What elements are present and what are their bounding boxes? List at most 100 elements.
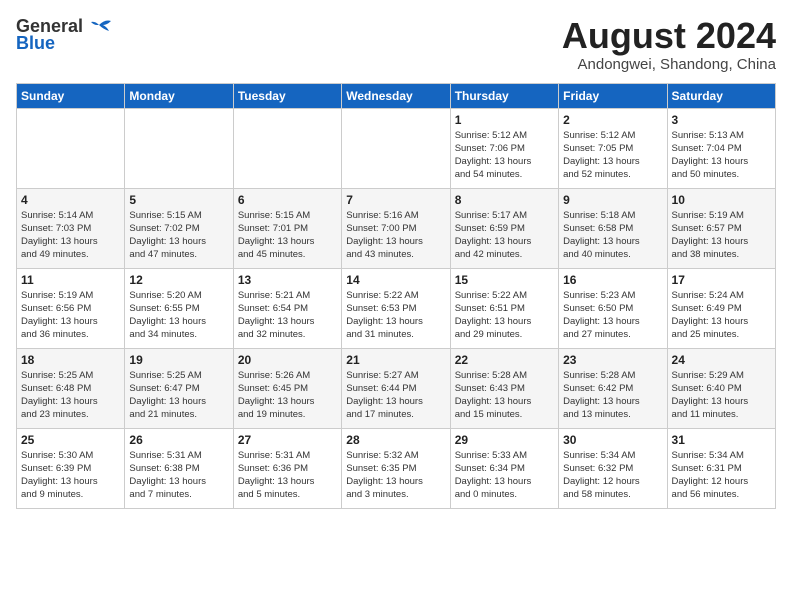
day-info: Sunrise: 5:27 AM Sunset: 6:44 PM Dayligh… <box>346 369 445 422</box>
calendar-cell: 17Sunrise: 5:24 AM Sunset: 6:49 PM Dayli… <box>667 268 775 348</box>
column-header-saturday: Saturday <box>667 83 775 108</box>
day-info: Sunrise: 5:20 AM Sunset: 6:55 PM Dayligh… <box>129 289 228 342</box>
column-header-wednesday: Wednesday <box>342 83 450 108</box>
day-info: Sunrise: 5:15 AM Sunset: 7:02 PM Dayligh… <box>129 209 228 262</box>
calendar-cell: 11 Sunrise: 5:19 AM Sunset: 6:56 PM Dayli… <box>17 268 125 348</box>
day-number: 14 <box>346 273 445 287</box>
calendar-cell <box>342 108 450 188</box>
day-info: Sunrise: 5:23 AM Sunset: 6:50 PM Dayligh… <box>563 289 662 342</box>
day-info: Sunrise: 5:12 AM Sunset: 7:05 PM Dayligh… <box>563 129 662 182</box>
calendar-cell: 24 Sunrise: 5:29 AM Sunset: 6:40 PM Dayli… <box>667 348 775 428</box>
day-info: Sunrise: 5:34 AM Sunset: 6:31 PM Dayligh… <box>672 449 771 502</box>
calendar-cell: 13 Sunrise: 5:21 AM Sunset: 6:54 PM Dayli… <box>233 268 341 348</box>
day-number: 18 <box>21 353 120 367</box>
day-info: Sunrise: 5:29 AM Sunset: 6:40 PM Dayligh… <box>672 369 771 422</box>
day-info: Sunrise: 5:15 AM Sunset: 7:01 PM Dayligh… <box>238 209 337 262</box>
calendar-cell: 18 Sunrise: 5:25 AM Sunset: 6:48 PM Dayli… <box>17 348 125 428</box>
calendar-cell: 29 Sunrise: 5:33 AM Sunset: 6:34 PM Dayli… <box>450 428 558 508</box>
day-number: 16 <box>563 273 662 287</box>
day-number: 27 <box>238 433 337 447</box>
day-info: Sunrise: 5:31 AM Sunset: 6:38 PM Dayligh… <box>129 449 228 502</box>
day-number: 24 <box>672 353 771 367</box>
day-number: 31 <box>672 433 771 447</box>
day-number: 6 <box>238 193 337 207</box>
day-number: 10 <box>672 193 771 207</box>
day-number: 21 <box>346 353 445 367</box>
day-info: Sunrise: 5:26 AM Sunset: 6:45 PM Dayligh… <box>238 369 337 422</box>
day-number: 23 <box>563 353 662 367</box>
day-number: 29 <box>455 433 554 447</box>
day-info: Sunrise: 5:28 AM Sunset: 6:43 PM Dayligh… <box>455 369 554 422</box>
logo-blue-text: Blue <box>16 33 55 54</box>
calendar-cell: 6 Sunrise: 5:15 AM Sunset: 7:01 PM Daylig… <box>233 188 341 268</box>
logo-bird-icon <box>85 17 113 37</box>
day-number: 3 <box>672 113 771 127</box>
day-info: Sunrise: 5:17 AM Sunset: 6:59 PM Dayligh… <box>455 209 554 262</box>
calendar-cell: 15 Sunrise: 5:22 AM Sunset: 6:51 PM Dayli… <box>450 268 558 348</box>
calendar-cell: 26 Sunrise: 5:31 AM Sunset: 6:38 PM Dayli… <box>125 428 233 508</box>
calendar-cell: 31 Sunrise: 5:34 AM Sunset: 6:31 PM Dayli… <box>667 428 775 508</box>
day-info: Sunrise: 5:22 AM Sunset: 6:53 PM Dayligh… <box>346 289 445 342</box>
day-info: Sunrise: 5:28 AM Sunset: 6:42 PM Dayligh… <box>563 369 662 422</box>
day-info: Sunrise: 5:14 AM Sunset: 7:03 PM Dayligh… <box>21 209 120 262</box>
day-info: Sunrise: 5:21 AM Sunset: 6:54 PM Dayligh… <box>238 289 337 342</box>
calendar-cell: 12 Sunrise: 5:20 AM Sunset: 6:55 PM Dayli… <box>125 268 233 348</box>
day-info: Sunrise: 5:33 AM Sunset: 6:34 PM Dayligh… <box>455 449 554 502</box>
calendar-cell: 16 Sunrise: 5:23 AM Sunset: 6:50 PM Dayli… <box>559 268 667 348</box>
calendar-cell <box>233 108 341 188</box>
calendar-table: SundayMondayTuesdayWednesdayThursdayFrid… <box>16 83 776 509</box>
header-row: SundayMondayTuesdayWednesdayThursdayFrid… <box>17 83 776 108</box>
column-header-friday: Friday <box>559 83 667 108</box>
calendar-cell: 2 Sunrise: 5:12 AM Sunset: 7:05 PM Daylig… <box>559 108 667 188</box>
day-number: 9 <box>563 193 662 207</box>
day-info: Sunrise: 5:13 AM Sunset: 7:04 PM Dayligh… <box>672 129 771 182</box>
day-info: Sunrise: 5:22 AM Sunset: 6:51 PM Dayligh… <box>455 289 554 342</box>
location: Andongwei, Shandong, China <box>562 56 776 73</box>
day-number: 4 <box>21 193 120 207</box>
day-number: 19 <box>129 353 228 367</box>
day-number: 30 <box>563 433 662 447</box>
calendar-cell: 21 Sunrise: 5:27 AM Sunset: 6:44 PM Dayli… <box>342 348 450 428</box>
day-info: Sunrise: 5:19 AM Sunset: 6:56 PM Dayligh… <box>21 289 120 342</box>
day-number: 11 <box>21 273 120 287</box>
day-info: Sunrise: 5:12 AM Sunset: 7:06 PM Dayligh… <box>455 129 554 182</box>
day-number: 28 <box>346 433 445 447</box>
calendar-cell: 7Sunrise: 5:16 AM Sunset: 7:00 PM Daylig… <box>342 188 450 268</box>
calendar-cell: 10 Sunrise: 5:19 AM Sunset: 6:57 PM Dayli… <box>667 188 775 268</box>
day-number: 20 <box>238 353 337 367</box>
title-area: August 2024 Andongwei, Shandong, China <box>562 16 776 73</box>
calendar-cell <box>125 108 233 188</box>
calendar-cell: 8 Sunrise: 5:17 AM Sunset: 6:59 PM Daylig… <box>450 188 558 268</box>
calendar-cell: 22 Sunrise: 5:28 AM Sunset: 6:43 PM Dayli… <box>450 348 558 428</box>
calendar-cell: 25Sunrise: 5:30 AM Sunset: 6:39 PM Dayli… <box>17 428 125 508</box>
day-number: 2 <box>563 113 662 127</box>
week-row-4: 18 Sunrise: 5:25 AM Sunset: 6:48 PM Dayli… <box>17 348 776 428</box>
day-number: 15 <box>455 273 554 287</box>
calendar-cell: 27 Sunrise: 5:31 AM Sunset: 6:36 PM Dayli… <box>233 428 341 508</box>
day-number: 22 <box>455 353 554 367</box>
day-number: 8 <box>455 193 554 207</box>
day-number: 5 <box>129 193 228 207</box>
logo: General Blue <box>16 16 113 54</box>
day-number: 12 <box>129 273 228 287</box>
calendar-cell: 1 Sunrise: 5:12 AM Sunset: 7:06 PM Daylig… <box>450 108 558 188</box>
day-info: Sunrise: 5:32 AM Sunset: 6:35 PM Dayligh… <box>346 449 445 502</box>
day-info: Sunrise: 5:24 AM Sunset: 6:49 PM Dayligh… <box>672 289 771 342</box>
calendar-cell: 3 Sunrise: 5:13 AM Sunset: 7:04 PM Daylig… <box>667 108 775 188</box>
calendar-cell: 9Sunrise: 5:18 AM Sunset: 6:58 PM Daylig… <box>559 188 667 268</box>
day-number: 25 <box>21 433 120 447</box>
week-row-2: 4 Sunrise: 5:14 AM Sunset: 7:03 PM Daylig… <box>17 188 776 268</box>
day-info: Sunrise: 5:31 AM Sunset: 6:36 PM Dayligh… <box>238 449 337 502</box>
week-row-1: 1 Sunrise: 5:12 AM Sunset: 7:06 PM Daylig… <box>17 108 776 188</box>
day-info: Sunrise: 5:19 AM Sunset: 6:57 PM Dayligh… <box>672 209 771 262</box>
day-number: 26 <box>129 433 228 447</box>
header: General Blue August 2024 Andongwei, Shan… <box>16 16 776 73</box>
day-info: Sunrise: 5:25 AM Sunset: 6:48 PM Dayligh… <box>21 369 120 422</box>
calendar-cell: 20 Sunrise: 5:26 AM Sunset: 6:45 PM Dayli… <box>233 348 341 428</box>
day-number: 1 <box>455 113 554 127</box>
month-year: August 2024 <box>562 16 776 56</box>
calendar-cell: 28 Sunrise: 5:32 AM Sunset: 6:35 PM Dayli… <box>342 428 450 508</box>
calendar-cell: 30Sunrise: 5:34 AM Sunset: 6:32 PM Dayli… <box>559 428 667 508</box>
day-number: 13 <box>238 273 337 287</box>
column-header-monday: Monday <box>125 83 233 108</box>
